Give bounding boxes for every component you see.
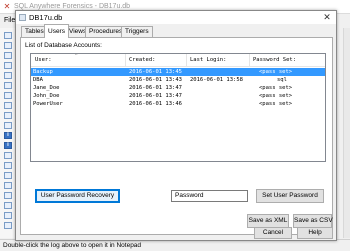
table-row[interactable]: John_Doe 2016-06-01 13:47 <pass set> — [31, 92, 325, 100]
log-entry-icon[interactable] — [4, 102, 12, 109]
column-header-user[interactable]: User: — [35, 57, 52, 63]
log-entry-icon[interactable] — [4, 162, 12, 169]
cell-password-set: <pass set> — [259, 69, 293, 75]
password-field[interactable]: Password — [171, 190, 248, 202]
log-entry-icon[interactable] — [4, 202, 12, 209]
set-user-password-button[interactable]: Set User Password — [256, 189, 324, 203]
tab-triggers[interactable]: Triggers — [121, 26, 153, 37]
dialog-titlebar[interactable]: DB17u.db ✕ — [16, 11, 336, 24]
log-entry-icon[interactable] — [4, 32, 12, 39]
table-row[interactable]: PowerUser 2016-06-01 13:46 <pass set> — [31, 100, 325, 108]
log-entry-icon[interactable] — [4, 152, 12, 159]
cell-password-set: <pass set> — [259, 93, 293, 99]
log-entry-icon[interactable] — [4, 92, 12, 99]
column-header-password-set[interactable]: Password Set: — [253, 57, 296, 63]
log-entry-icon[interactable] — [4, 62, 12, 69]
password-field-placeholder: assword — [179, 192, 204, 199]
close-icon[interactable]: ✕ — [321, 11, 333, 23]
cell-user: DBA — [33, 77, 43, 83]
table-row[interactable]: Backup 2016-06-01 13:45 <pass set> — [31, 68, 325, 76]
tab-users[interactable]: Users — [44, 24, 69, 38]
log-entry-icon[interactable] — [4, 172, 12, 179]
info-icon[interactable]: i — [4, 142, 12, 149]
cancel-button[interactable]: Cancel — [254, 227, 292, 239]
table-header: ^ User: Created: Last Login: Password Se… — [31, 54, 325, 67]
user-password-recovery-button[interactable]: User Password Recovery — [35, 189, 120, 203]
log-entry-icon[interactable] — [4, 182, 12, 189]
info-icon[interactable]: i — [4, 132, 12, 139]
cell-user: Backup — [33, 69, 53, 75]
log-scrollbar[interactable] — [343, 28, 350, 238]
cell-password-set: <pass set> — [259, 101, 293, 107]
log-entry-icon[interactable] — [4, 192, 12, 199]
cell-password-set: <pass set> — [259, 85, 293, 91]
column-header-created[interactable]: Created: — [129, 57, 156, 63]
app-logo-icon: ✕ — [3, 2, 11, 11]
log-entry-icon[interactable] — [4, 212, 12, 219]
log-entry-icon[interactable] — [4, 222, 12, 229]
database-dialog: DB17u.db ✕ Tables Users Views Procedures… — [15, 10, 337, 241]
cell-last-login: 2016-06-01 13:58 — [190, 77, 243, 83]
cell-user: PowerUser — [33, 101, 63, 107]
cell-created: 2016-06-01 13:45 — [129, 69, 182, 75]
log-entry-icon[interactable] — [4, 72, 12, 79]
menu-file[interactable]: File — [4, 17, 15, 24]
status-text: Double-click the log above to open it in… — [3, 242, 142, 249]
column-divider[interactable] — [249, 54, 250, 66]
help-button[interactable]: Help — [297, 227, 333, 239]
accounts-table[interactable]: ^ User: Created: Last Login: Password Se… — [30, 53, 326, 162]
dialog-title: DB17u.db — [29, 13, 63, 22]
column-divider[interactable] — [125, 54, 126, 66]
log-entry-icon[interactable] — [4, 52, 12, 59]
cell-password-set: sql — [277, 77, 287, 83]
users-tab-panel: List of Database Accounts: ^ User: Creat… — [20, 37, 333, 235]
accounts-list-label: List of Database Accounts: — [25, 42, 102, 49]
log-icon-strip: i i — [0, 28, 15, 238]
cell-created: 2016-06-01 13:47 — [129, 85, 182, 91]
cell-created: 2016-06-01 13:46 — [129, 101, 182, 107]
sort-ascending-icon: ^ — [75, 53, 78, 59]
save-as-xml-button[interactable]: Save as XML — [247, 214, 289, 228]
dialog-icon — [19, 14, 26, 21]
cell-user: John_Doe — [33, 93, 60, 99]
cell-user: Jane_Doe — [33, 85, 60, 91]
log-entry-icon[interactable] — [4, 122, 12, 129]
table-row[interactable]: DBA 2016-06-01 13:43 2016-06-01 13:58 sq… — [31, 76, 325, 84]
cell-created: 2016-06-01 13:43 — [129, 77, 182, 83]
save-as-csv-button[interactable]: Save as CSV — [293, 214, 333, 228]
log-entry-icon[interactable] — [4, 112, 12, 119]
column-divider[interactable] — [186, 54, 187, 66]
cell-created: 2016-06-01 13:47 — [129, 93, 182, 99]
table-row[interactable]: Jane_Doe 2016-06-01 13:47 <pass set> — [31, 84, 325, 92]
log-entry-icon[interactable] — [4, 82, 12, 89]
column-header-last-login[interactable]: Last Login: — [190, 57, 226, 63]
log-entry-icon[interactable] — [4, 42, 12, 49]
app-title: SQL Anywhere Forensics - DB17u.db — [14, 3, 131, 10]
